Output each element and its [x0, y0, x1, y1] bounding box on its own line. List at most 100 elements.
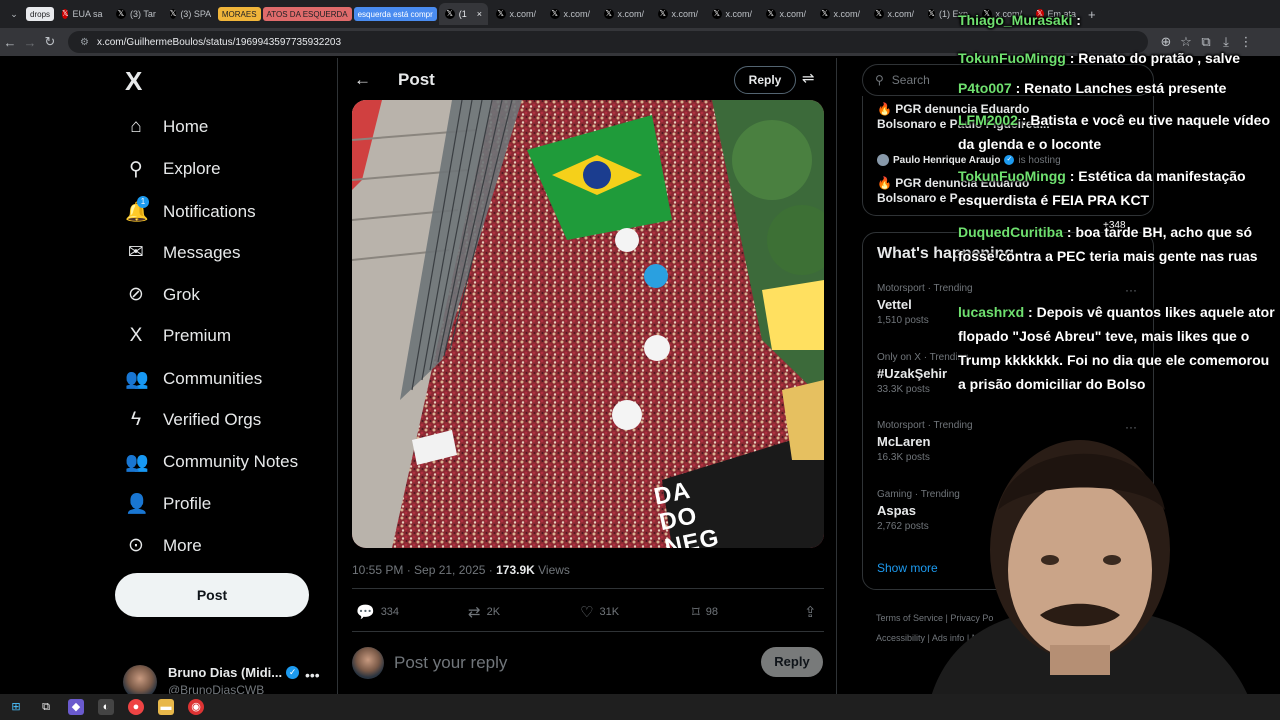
file-explorer-icon[interactable]: ▬ [158, 699, 174, 715]
chat-message: Thiago_Murasaki : [958, 8, 1280, 32]
tab-label: x.com/ [779, 9, 807, 19]
task-view-icon[interactable]: ⧉ [38, 699, 54, 715]
browser-tab[interactable]: 𝕏x.com/ [814, 3, 866, 25]
obs-icon[interactable]: ◉ [188, 699, 204, 715]
browser-tab[interactable]: MORAES [217, 7, 261, 21]
nav-item-community-notes[interactable]: 👥 Community Notes [125, 450, 298, 474]
browser-tab[interactable]: 𝕏 EUA sa [56, 3, 108, 25]
post-button[interactable]: Post [115, 573, 309, 617]
community-notes-icon: 👥 [125, 452, 149, 474]
tab-close-icon[interactable]: × [477, 9, 482, 19]
browser-tab[interactable]: 𝕏x.com/ [706, 3, 758, 25]
trend-name: #UzakŞehir [877, 365, 948, 381]
x-premium-icon: X [129, 325, 143, 346]
reply-submit-button[interactable]: Reply [761, 647, 823, 677]
repost-action[interactable]: ⇄ 2K [468, 603, 500, 621]
site-info-icon[interactable]: ⚙ [80, 37, 89, 48]
browser-tab[interactable]: 𝕏 (3) Tar [110, 3, 162, 25]
os-taskbar: ⊞ ⧉ ◆ ◐ ● ▬ ◉ [0, 694, 1280, 720]
stream-chat-overlay: Thiago_Murasaki : TokunFuoMingg : Renato … [958, 8, 1280, 408]
copilot-icon[interactable]: ◆ [68, 699, 84, 715]
lightning-icon: ϟ [130, 408, 142, 430]
windows-start-icon[interactable]: ⊞ [8, 699, 24, 715]
browser-tab[interactable]: esquerda está compr [353, 7, 437, 21]
reply-input[interactable]: Post your reply [394, 653, 734, 673]
chat-message: LFM2002 : Batista e você eu tive naquele… [958, 108, 1280, 156]
browser-tab[interactable]: drops [26, 7, 55, 21]
nav-item-label: Messages [163, 242, 241, 262]
chrome-icon[interactable]: ● [128, 699, 144, 715]
nav-item-label: Verified Orgs [163, 409, 262, 429]
chat-username: LFM2002 [958, 112, 1018, 128]
like-action[interactable]: ♡ 31K [580, 603, 619, 621]
header-reply-button[interactable]: Reply [734, 66, 796, 94]
crowd-photo [352, 100, 824, 548]
bookmark-action[interactable]: ⌑ 98 [692, 603, 718, 621]
reply-action[interactable]: 💬 334 [356, 603, 399, 621]
back-arrow-icon[interactable]: ← [354, 70, 371, 90]
tab-label: x.com/ [509, 9, 537, 19]
tab-label: esquerda está compr [357, 9, 433, 19]
communities-icon: 👥 [125, 368, 149, 390]
reload-icon[interactable]: ↻ [40, 34, 60, 50]
reply-count: 334 [380, 606, 400, 618]
nav-item-profile[interactable]: 👤 Profile [125, 492, 211, 516]
nav-item-messages[interactable]: ✉ Messages [125, 241, 240, 264]
browser-tab[interactable]: 𝕏 (1 × [438, 3, 489, 25]
browser-tab[interactable]: 𝕏x.com/ [544, 3, 596, 25]
nav-item-premium[interactable]: X Premium [125, 325, 231, 347]
notification-badge: 1 [137, 195, 149, 208]
app-icon[interactable]: ◐ [98, 699, 114, 715]
nav-item-grok[interactable]: ⊘ Grok [125, 283, 200, 306]
grok-icon: ⊘ [128, 284, 144, 306]
chat-message: TokunFuoMingg : Estética da manifestação… [958, 164, 1280, 212]
views-count: 173.9K [496, 563, 535, 577]
back-icon[interactable]: ← [0, 35, 20, 50]
share-action[interactable]: ⇪ [804, 603, 817, 621]
timestamp-text: 10:55 PM · Sep 21, 2025 · [352, 563, 497, 577]
nav-item-notifications[interactable]: 🔔 1 Notifications [125, 195, 256, 224]
nav-item-label: Home [163, 117, 209, 136]
forward-icon[interactable]: → [20, 35, 40, 50]
trend-item[interactable]: Only on X · Trending #UzakŞehir 33.3K post… [877, 352, 1137, 395]
tab-favicon-icon: 𝕏 [550, 9, 560, 19]
reply-icon: 💬 [356, 604, 375, 621]
streamer-figure [930, 440, 1250, 700]
chat-message: lucashrxd : Depois vê quantos likes aque… [958, 300, 1280, 396]
reply-settings-icon[interactable]: ⇌ [802, 69, 815, 87]
divider [352, 631, 824, 632]
left-navigation: X ⌂ Home ⚲ Explore 🔔 1 Notifications ✉ Messages ⊘… [115, 58, 335, 699]
heart-icon: ♡ [580, 604, 594, 621]
bookmark-count: 98 [705, 606, 718, 618]
chat-username: TokunFuoMingg [958, 50, 1066, 66]
nav-item-verified-orgs[interactable]: ϟ Verified Orgs [125, 409, 261, 431]
tab-favicon-icon: 𝕏 [820, 9, 830, 19]
nav-item-home[interactable]: ⌂ Home [125, 116, 208, 138]
browser-tab[interactable]: 𝕏 (3) SPA [164, 3, 216, 25]
nav-item-communities[interactable]: 👥 Communities [125, 367, 262, 391]
more-dots-icon[interactable]: ••• [305, 667, 320, 683]
browser-tab[interactable]: 𝕏x.com/ [760, 3, 812, 25]
nav-item-label: Communities [163, 368, 263, 388]
nav-item-label: More [163, 535, 202, 555]
browser-tab[interactable]: 𝕏x.com/ [598, 3, 650, 25]
browser-tab[interactable]: 𝕏x.com/ [652, 3, 704, 25]
browser-tab[interactable]: 𝕏x.com/ [868, 3, 920, 25]
trend-count: 33.3K posts [877, 383, 930, 395]
tab-list-icon[interactable]: ⌄ [4, 9, 24, 20]
nav-item-more[interactable]: ⊙ More [125, 534, 202, 557]
post-media-image[interactable]: DA DO NEGRO [352, 100, 824, 548]
tab-favicon-icon: 𝕏 [604, 9, 614, 19]
chat-text: : [1072, 12, 1081, 28]
tab-label: x.com/ [617, 9, 645, 19]
browser-tab[interactable]: ATOS DA ESQUERDA [262, 7, 352, 21]
tab-label: x.com/ [671, 9, 699, 19]
chat-message: DuquedCuritiba : boa tarde BH, acho que … [958, 220, 1280, 268]
views-label: Views [534, 563, 570, 577]
home-icon: ⌂ [130, 116, 142, 137]
post-timestamp: 10:55 PM · Sep 21, 2025 · 173.9K Views [352, 563, 570, 577]
nav-item-explore[interactable]: ⚲ Explore [125, 158, 221, 181]
tab-label: (1 [458, 9, 467, 19]
browser-tab[interactable]: 𝕏x.com/ [490, 3, 542, 25]
x-logo[interactable]: X [125, 66, 142, 97]
